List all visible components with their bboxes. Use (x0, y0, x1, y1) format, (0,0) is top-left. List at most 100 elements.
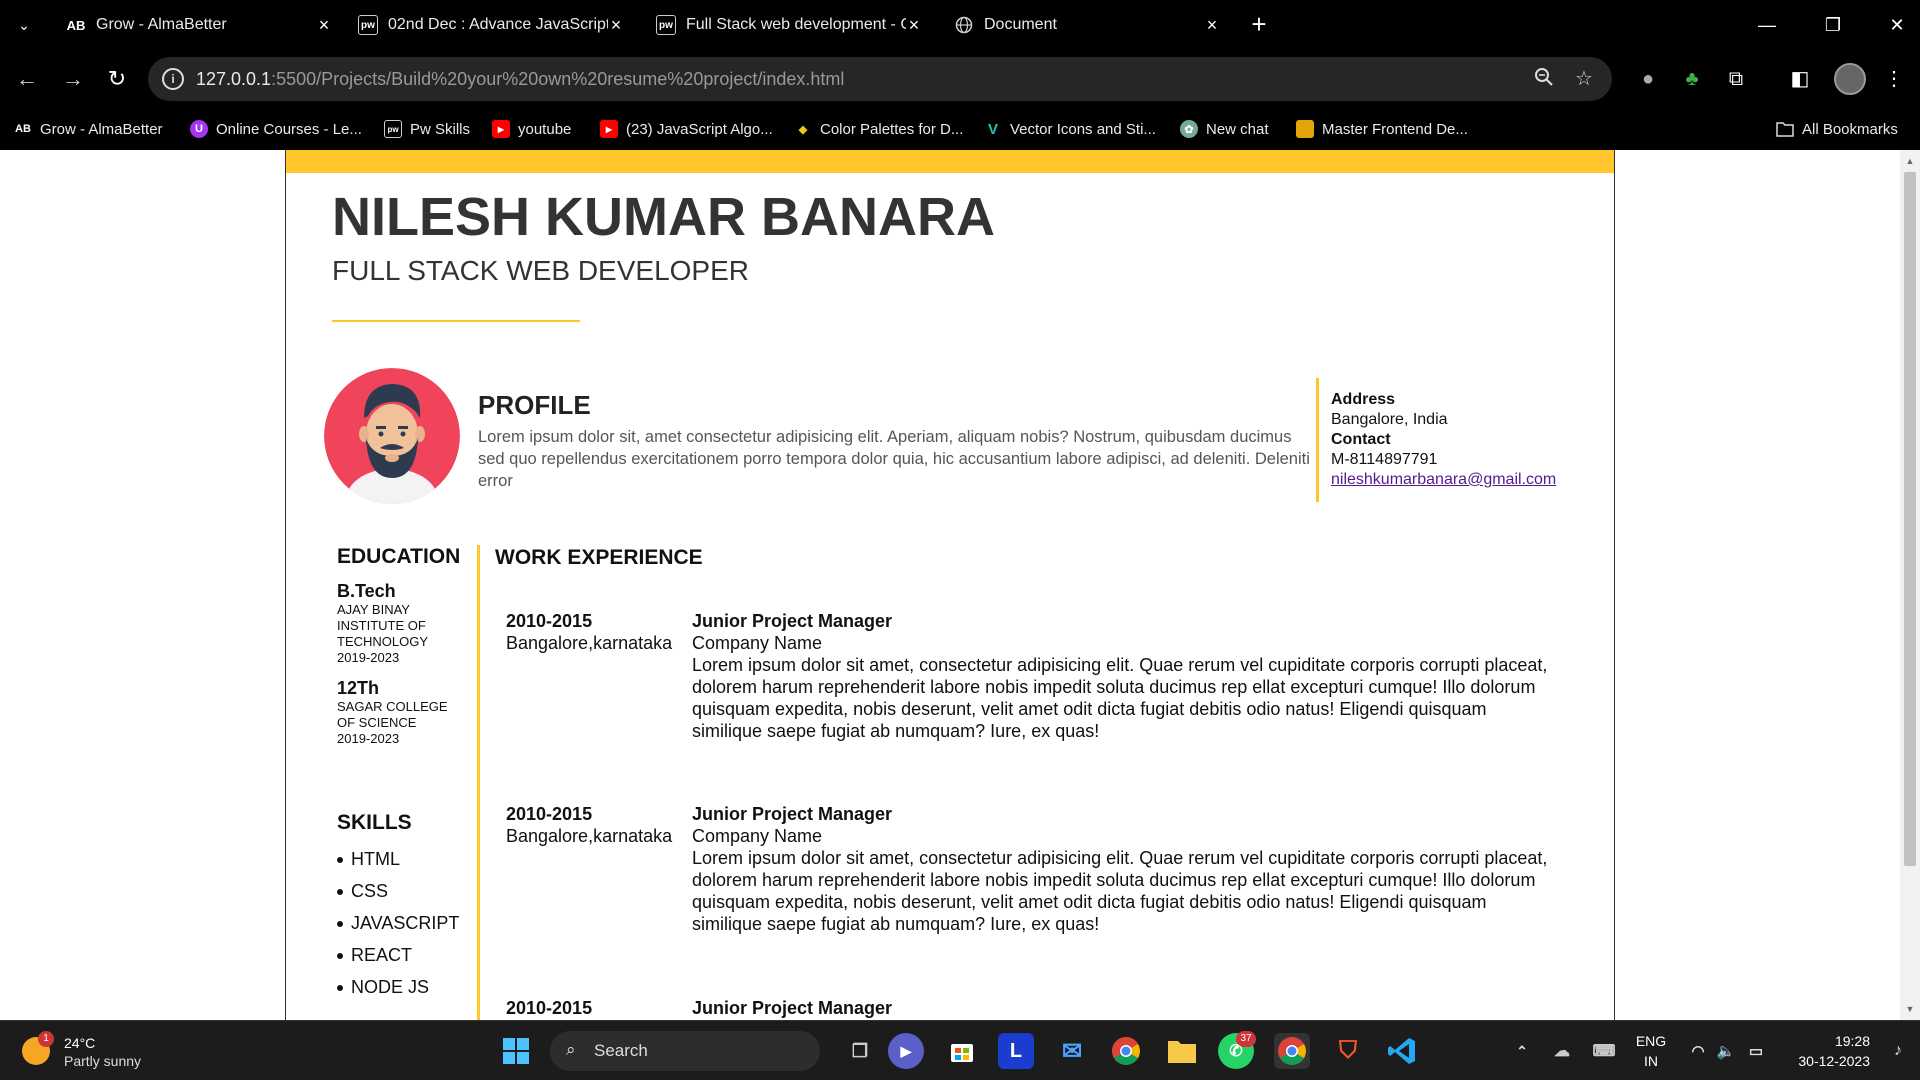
vscode-icon[interactable] (1384, 1033, 1420, 1069)
skills-list: HTML CSS JAVASCRIPT REACT NODE JS (337, 849, 467, 998)
restore-button[interactable]: ❐ (1810, 8, 1856, 42)
pw-skills-icon: pw (656, 15, 676, 35)
site-info-icon[interactable]: i (162, 68, 184, 90)
job-location: Bangalore,karnataka (506, 633, 673, 653)
scroll-up-arrow-icon[interactable]: ▲ (1900, 152, 1920, 170)
close-icon[interactable]: × (904, 15, 924, 35)
skill-item: NODE JS (337, 977, 467, 998)
bookmark-online-courses[interactable]: U Online Courses - Le... (190, 118, 362, 140)
job-years: 2010-2015 (506, 611, 593, 631)
tab-title: Grow - AlmaBetter (96, 16, 227, 33)
education-institute: SAGAR COLLEGE OF SCIENCE (337, 699, 448, 730)
profile-avatar[interactable] (1834, 63, 1866, 95)
windows-start-icon[interactable] (498, 1033, 534, 1069)
side-panel-icon[interactable]: ◧ (1784, 63, 1816, 95)
contact-label: Contact (1331, 431, 1391, 448)
search-icon: ⌕ (566, 1040, 576, 1059)
chrome-active-icon[interactable] (1274, 1033, 1310, 1069)
close-icon[interactable]: × (314, 15, 334, 35)
address-label: Address (1331, 391, 1396, 408)
job-when: 2010-2015 (506, 997, 691, 1019)
scrollbar-thumb[interactable] (1904, 172, 1916, 866)
zoom-icon[interactable] (1532, 67, 1556, 91)
skill-item: HTML (337, 849, 467, 870)
brave-icon[interactable]: ⛉ (1330, 1033, 1366, 1069)
tab-search-button[interactable]: ⌄ (8, 9, 40, 41)
region-code: IN (1644, 1053, 1658, 1069)
close-icon[interactable]: × (606, 15, 626, 35)
extension-bug-icon[interactable]: ● (1632, 63, 1664, 95)
skill-item: JAVASCRIPT (337, 913, 467, 934)
new-tab-button[interactable]: + (1244, 10, 1274, 40)
education-item: 12Th SAGAR COLLEGE OF SCIENCE 2019-2023 (337, 678, 467, 747)
weather-badge: 1 (38, 1031, 54, 1047)
email-link[interactable]: nileshkumarbanara@gmail.com (1331, 471, 1556, 488)
forward-icon[interactable]: → (56, 62, 90, 96)
skills-heading: SKILLS (337, 811, 412, 834)
mail-icon[interactable]: ✉ (1054, 1033, 1090, 1069)
notebook-icon (1296, 120, 1314, 138)
taskbar-search[interactable]: ⌕ Search (550, 1031, 820, 1071)
bookmarks-bar: AB Grow - AlmaBetter U Online Courses - Le… (0, 108, 1920, 150)
url-text[interactable]: 127.0.0.1:5500/Projects/Build%20your%20o… (196, 69, 844, 90)
page-viewport[interactable]: NILESH KUMAR BANARA FULL STACK WEB DEVEL… (0, 150, 1920, 1020)
extension-tree-icon[interactable]: ♣ (1676, 63, 1708, 95)
bookmark-vector-icons[interactable]: V Vector Icons and Sti... (984, 118, 1156, 140)
bookmark-color-palettes[interactable]: ◆ Color Palettes for D... (794, 118, 964, 140)
notifications-bell-icon[interactable]: ♪ (1880, 1033, 1916, 1069)
keyboard-icon[interactable]: ⌨ (1586, 1033, 1622, 1069)
bookmark-star-icon[interactable]: ☆ (1572, 67, 1596, 91)
reload-icon[interactable]: ↻ (100, 62, 134, 96)
education-years: 2019-2023 (337, 650, 400, 665)
bookmark-javascript-algo[interactable]: ▶ (23) JavaScript Algo... (600, 118, 773, 140)
file-explorer-icon[interactable] (1164, 1033, 1200, 1069)
profile-photo (324, 368, 460, 504)
bookmark-pw-skills[interactable]: pw Pw Skills (384, 118, 470, 140)
language-indicator[interactable]: ENG IN (1634, 1031, 1668, 1071)
back-icon[interactable]: ← (10, 62, 44, 96)
page-scrollbar[interactable]: ▲ ▼ (1900, 150, 1920, 1020)
skill-item: CSS (337, 881, 467, 902)
teams-meet-icon[interactable]: ▶ (888, 1033, 924, 1069)
task-view-icon[interactable]: ❐ (842, 1033, 878, 1069)
bookmark-grow-almabetter[interactable]: AB Grow - AlmaBetter (14, 118, 163, 140)
l-app-icon[interactable]: L (998, 1033, 1034, 1069)
battery-icon[interactable]: ▭ (1738, 1033, 1774, 1069)
tab-full-stack[interactable]: pw Full Stack web development - C × (642, 6, 932, 44)
bookmark-master-frontend[interactable]: Master Frontend De... (1296, 118, 1468, 140)
job-years: 2010-2015 (506, 804, 593, 824)
microsoft-store-icon[interactable] (944, 1033, 980, 1069)
close-icon[interactable]: × (1202, 15, 1222, 35)
job-details: Junior Project Manager Company Name Lore… (692, 610, 1554, 742)
column-divider (477, 545, 480, 1020)
job-details: Junior Project Manager Company Name Lore… (692, 803, 1554, 935)
tab-advance-javascript[interactable]: pw 02nd Dec : Advance JavaScript I × (344, 6, 634, 44)
bookmark-youtube[interactable]: ▶ youtube (492, 118, 571, 140)
job-entry: 2010-2015 Junior Project Manager (506, 997, 1556, 1020)
education-degree: 12Th (337, 678, 380, 698)
tab-grow-almabetter[interactable]: AB Grow - AlmaBetter × (52, 6, 342, 44)
palette-icon: ◆ (798, 123, 808, 136)
skill-item: REACT (337, 945, 467, 966)
education-institute: AJAY BINAY INSTITUTE OF TECHNOLOGY (337, 602, 429, 649)
almabetter-icon: AB (66, 17, 86, 33)
onedrive-error-icon[interactable]: ☁ (1544, 1033, 1580, 1069)
clock[interactable]: 19:28 30-12-2023 (1770, 1031, 1870, 1071)
minimize-button[interactable]: — (1744, 8, 1790, 42)
pw-skills-icon: pw (384, 120, 402, 138)
job-entry: 2010-2015 Bangalore,karnataka Junior Pro… (506, 803, 1556, 953)
tab-document[interactable]: Document × (940, 6, 1230, 44)
weather-widget[interactable]: 1 24°C Partly sunny (22, 1031, 162, 1071)
extensions-puzzle-icon[interactable]: ⧉ (1720, 63, 1752, 95)
scroll-down-arrow-icon[interactable]: ▼ (1900, 1000, 1920, 1018)
tray-chevron-icon[interactable]: ⌃ (1504, 1033, 1540, 1069)
bookmark-new-chat[interactable]: ✿ New chat (1180, 118, 1269, 140)
language-code: ENG (1635, 1033, 1667, 1049)
all-bookmarks-button[interactable]: All Bookmarks (1776, 118, 1898, 140)
address-bar[interactable]: i 127.0.0.1:5500/Projects/Build%20your%2… (148, 57, 1612, 101)
menu-kebab-icon[interactable]: ⋮ (1878, 63, 1910, 95)
resume-role: FULL STACK WEB DEVELOPER (332, 255, 749, 286)
chrome-icon[interactable] (1108, 1033, 1144, 1069)
close-window-button[interactable]: ✕ (1874, 8, 1920, 42)
job-company: Company Name (692, 633, 823, 653)
